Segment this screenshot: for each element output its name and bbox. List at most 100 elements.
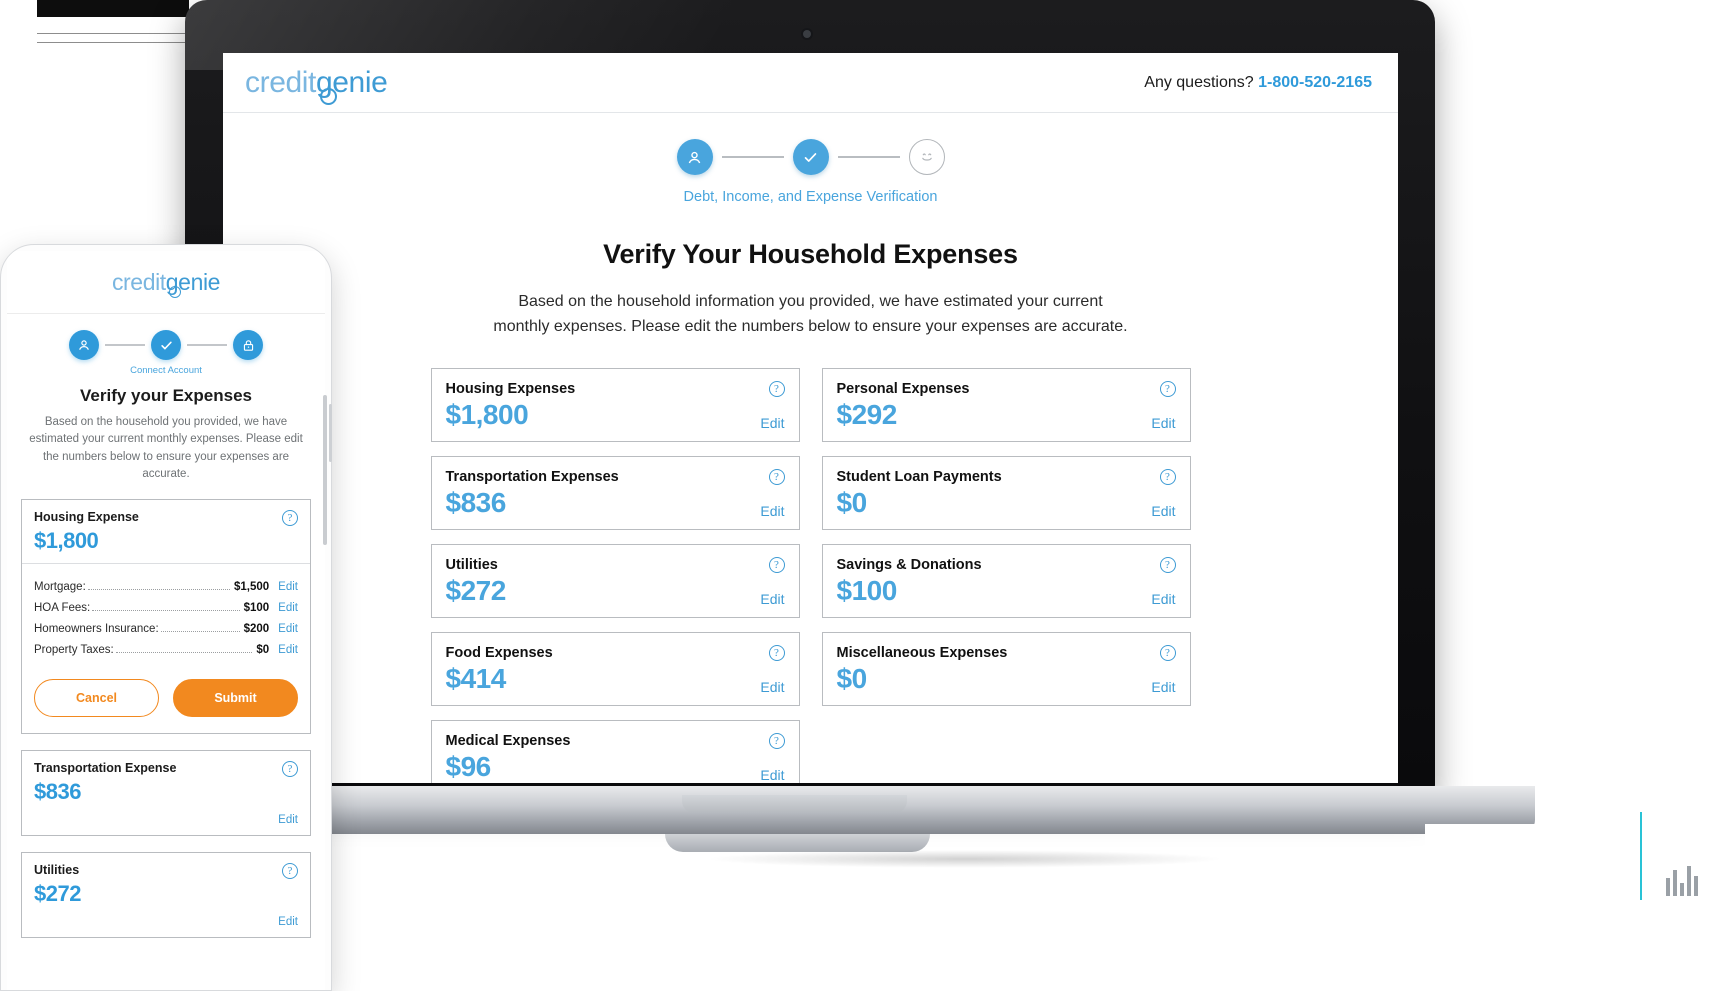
stepper-label: Debt, Income, and Expense Verification [683,189,938,205]
phone-scrollbar[interactable] [323,395,327,545]
question-icon[interactable]: ? [1159,468,1176,485]
mobile-card-edit-link[interactable]: Edit [278,916,298,928]
stepper-connector [837,156,900,158]
step-3-smiley[interactable] [908,139,945,175]
expense-card-edit-link[interactable]: Edit [760,591,784,607]
line-item-value: $100 [243,602,270,614]
question-icon[interactable]: ? [1159,380,1176,397]
leader-dots [160,631,240,632]
header-help: Any questions? 1-800-520-2165 [1144,74,1372,92]
stepper-steps [676,139,945,175]
mobile-card-edit-link[interactable]: Edit [278,814,298,826]
phone-side-button[interactable] [329,404,332,462]
expense-card-amount: $292 [836,398,898,430]
line-item-edit-link[interactable]: Edit [278,602,298,614]
expense-card-edit-link[interactable]: Edit [760,767,784,783]
mobile-expense-card[interactable]: Utilities ? $272 Edit [21,852,311,938]
expense-card-amount: $0 [836,486,868,518]
phone-viewport: credit genie Connect Account Verify your… [7,251,325,990]
mobile-step-2-check[interactable] [151,330,181,360]
expense-card[interactable]: Utilities ? $272 Edit [430,543,800,618]
creditgenie-logo-mobile[interactable]: credit genie [111,268,220,298]
line-item: HOA Fees: $100 Edit [34,602,298,614]
mobile-step-1-person[interactable] [69,330,99,360]
expense-card[interactable]: Housing Expenses ? $1,800 Edit [430,367,800,442]
line-item-edit-link[interactable]: Edit [278,644,298,656]
screenshot-stage: credit genie Any questions? 1-800-520-216… [0,0,1712,991]
expense-card-edit-link[interactable]: Edit [760,679,784,695]
decor-paper-line [37,42,189,43]
expense-card-amount: $96 [445,750,492,782]
mobile-card-amount: $272 [34,881,81,906]
expense-card[interactable]: Savings & Donations ? $100 Edit [821,543,1191,618]
expense-card-edit-link[interactable]: Edit [1151,415,1175,431]
page-title: Verify Your Household Expenses [603,239,1018,269]
question-icon[interactable]: ? [768,556,785,573]
line-item-value: $0 [256,644,270,656]
phone-header: credit genie [7,251,325,314]
expense-card-amount: $1,800 [445,398,529,430]
step-1-person[interactable] [676,139,713,175]
question-icon[interactable]: ? [1159,644,1176,661]
mobile-housing-line-items: Mortgage: $1,500 Edit HOA Fees: $100 Edi… [22,564,310,669]
page-body: Debt, Income, and Expense Verification V… [223,113,1398,783]
expense-card[interactable]: Student Loan Payments ? $0 Edit [821,455,1191,530]
question-icon[interactable]: ? [1159,556,1176,573]
mobile-progress-stepper: Connect Account [7,330,325,376]
help-phone-link[interactable]: 1-800-520-2165 [1258,74,1372,91]
mobile-expense-card[interactable]: Transportation Expense ? $836 Edit [21,750,311,836]
mobile-page-subtitle: Based on the household you provided, we … [29,416,303,480]
expense-card-edit-link[interactable]: Edit [1151,591,1175,607]
question-icon[interactable]: ? [282,761,298,777]
decor-bars [1666,866,1698,896]
expense-card[interactable]: Miscellaneous Expenses ? $0 Edit [821,631,1191,706]
mobile-housing-card[interactable]: Housing Expense ? $1,800 Mortgage: $1,50… [21,499,311,734]
expense-card-amount: $272 [445,574,507,606]
mobile-step-3-lock[interactable] [233,330,263,360]
logo-ring-icon [320,87,337,105]
question-icon[interactable]: ? [282,863,298,879]
decor-paper-line [37,33,189,34]
submit-button[interactable]: Submit [173,679,298,717]
laptop-lid: credit genie Any questions? 1-800-520-216… [185,0,1435,795]
expense-card-edit-link[interactable]: Edit [760,415,784,431]
expense-card-title: Medical Expenses [445,732,571,749]
mobile-stepper-connector [105,344,145,346]
question-icon[interactable]: ? [282,510,298,526]
question-icon[interactable]: ? [768,644,785,661]
expense-card-amount: $0 [836,662,868,694]
laptop-device: credit genie Any questions? 1-800-520-216… [90,0,1535,868]
creditgenie-logo[interactable]: credit genie [245,67,388,105]
step-2-check[interactable] [792,139,829,175]
logo-text-credit: credit [111,268,166,295]
leader-dots [92,610,240,611]
help-label: Any questions? [1144,73,1254,91]
expense-card-edit-link[interactable]: Edit [760,503,784,519]
question-icon[interactable]: ? [768,732,785,749]
mobile-housing-actions: Cancel Submit [22,669,310,733]
expense-card[interactable]: Transportation Expenses ? $836 Edit [430,455,800,530]
question-icon[interactable]: ? [768,380,785,397]
site-header: credit genie Any questions? 1-800-520-216… [223,53,1398,113]
mobile-page-title: Verify your Expenses [80,386,252,405]
expense-card[interactable]: Medical Expenses ? $96 Edit [430,719,800,783]
progress-stepper: Debt, Income, and Expense Verification [223,139,1398,205]
line-item-value: $1,500 [233,581,270,593]
mobile-card-amount: $1,800 [34,528,99,553]
expense-card-edit-link[interactable]: Edit [1151,679,1175,695]
line-item-edit-link[interactable]: Edit [278,623,298,635]
line-item-value: $200 [243,623,270,635]
expense-card[interactable]: Personal Expenses ? $292 Edit [821,367,1191,442]
expense-card-edit-link[interactable]: Edit [1151,503,1175,519]
question-icon[interactable]: ? [768,468,785,485]
expense-card-amount: $100 [836,574,898,606]
expense-card-amount: $836 [445,486,507,518]
line-item-edit-link[interactable]: Edit [278,581,298,593]
line-item: Property Taxes: $0 Edit [34,644,298,656]
expense-card[interactable]: Food Expenses ? $414 Edit [430,631,800,706]
line-item-label: Homeowners Insurance: [34,623,159,635]
expense-card-title: Savings & Donations [836,556,982,573]
phone-shell: credit genie Connect Account Verify your… [0,244,332,991]
cancel-button[interactable]: Cancel [34,679,159,717]
leader-dots [87,589,230,590]
